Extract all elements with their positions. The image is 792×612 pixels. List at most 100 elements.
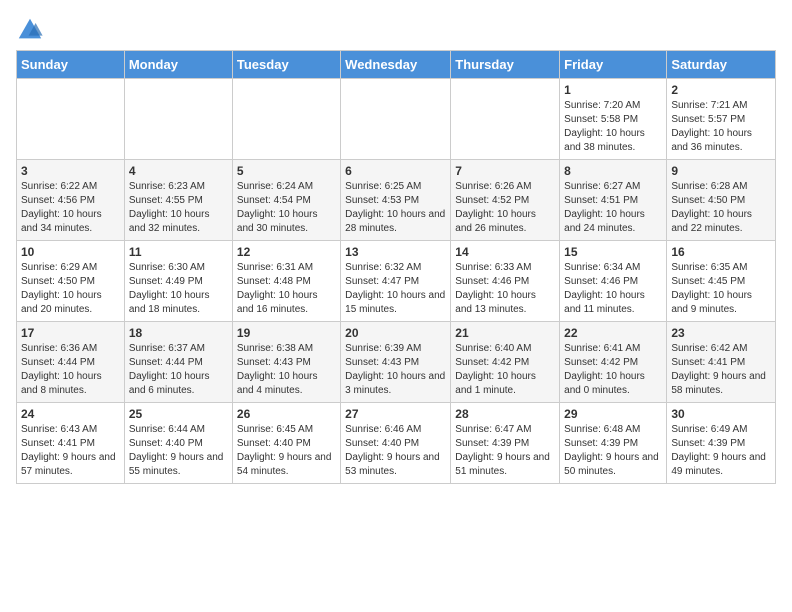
cell-date-number: 3 (21, 164, 120, 178)
calendar-header: SundayMondayTuesdayWednesdayThursdayFrid… (17, 51, 776, 79)
calendar-cell: 5 Sunrise: 6:24 AM Sunset: 4:54 PM Daylig… (232, 160, 340, 241)
cell-daylight-info: Sunrise: 6:32 AM Sunset: 4:47 PM Dayligh… (345, 261, 446, 317)
cell-daylight-info: Sunrise: 6:29 AM Sunset: 4:50 PM Dayligh… (21, 261, 120, 317)
calendar-cell: 17 Sunrise: 6:36 AM Sunset: 4:44 PM Dayli… (17, 322, 125, 403)
calendar-cell: 23 Sunrise: 6:42 AM Sunset: 4:41 PM Dayli… (667, 322, 776, 403)
cell-date-number: 1 (564, 83, 662, 97)
calendar-cell: 7Sunrise: 6:26 AM Sunset: 4:52 PM Daylig… (451, 160, 560, 241)
page: SundayMondayTuesdayWednesdayThursdayFrid… (0, 0, 792, 494)
cell-date-number: 23 (671, 326, 771, 340)
calendar-cell: 19 Sunrise: 6:38 AM Sunset: 4:43 PM Dayli… (232, 322, 340, 403)
cell-date-number: 30 (671, 407, 771, 421)
cell-daylight-info: Sunrise: 6:47 AM Sunset: 4:39 PM Dayligh… (455, 423, 555, 479)
cell-date-number: 5 (237, 164, 336, 178)
calendar-cell: 4 Sunrise: 6:23 AM Sunset: 4:55 PM Daylig… (124, 160, 232, 241)
calendar-cell (451, 79, 560, 160)
week-row-0: 1 Sunrise: 7:20 AM Sunset: 5:58 PM Daylig… (17, 79, 776, 160)
calendar-cell: 22Sunrise: 6:41 AM Sunset: 4:42 PM Dayli… (560, 322, 667, 403)
cell-daylight-info: Sunrise: 6:23 AM Sunset: 4:55 PM Dayligh… (129, 180, 228, 236)
calendar-cell: 11Sunrise: 6:30 AM Sunset: 4:49 PM Dayli… (124, 241, 232, 322)
cell-date-number: 4 (129, 164, 228, 178)
calendar-cell (341, 79, 451, 160)
cell-date-number: 20 (345, 326, 446, 340)
week-row-1: 3 Sunrise: 6:22 AM Sunset: 4:56 PM Daylig… (17, 160, 776, 241)
calendar-cell: 25 Sunrise: 6:44 AM Sunset: 4:40 PM Dayli… (124, 403, 232, 484)
cell-daylight-info: Sunrise: 6:33 AM Sunset: 4:46 PM Dayligh… (455, 261, 555, 317)
cell-date-number: 7 (455, 164, 555, 178)
logo-icon (16, 16, 44, 44)
logo (16, 16, 48, 44)
cell-daylight-info: Sunrise: 6:36 AM Sunset: 4:44 PM Dayligh… (21, 342, 120, 398)
calendar-cell (17, 79, 125, 160)
cell-daylight-info: Sunrise: 6:38 AM Sunset: 4:43 PM Dayligh… (237, 342, 336, 398)
calendar-body: 1 Sunrise: 7:20 AM Sunset: 5:58 PM Daylig… (17, 79, 776, 484)
cell-daylight-info: Sunrise: 6:42 AM Sunset: 4:41 PM Dayligh… (671, 342, 771, 398)
day-header-saturday: Saturday (667, 51, 776, 79)
cell-date-number: 9 (671, 164, 771, 178)
day-header-friday: Friday (560, 51, 667, 79)
cell-date-number: 12 (237, 245, 336, 259)
cell-date-number: 21 (455, 326, 555, 340)
cell-date-number: 18 (129, 326, 228, 340)
calendar-cell: 21 Sunrise: 6:40 AM Sunset: 4:42 PM Dayli… (451, 322, 560, 403)
cell-daylight-info: Sunrise: 6:35 AM Sunset: 4:45 PM Dayligh… (671, 261, 771, 317)
calendar-cell: 26Sunrise: 6:45 AM Sunset: 4:40 PM Dayli… (232, 403, 340, 484)
cell-daylight-info: Sunrise: 6:49 AM Sunset: 4:39 PM Dayligh… (671, 423, 771, 479)
day-header-monday: Monday (124, 51, 232, 79)
cell-date-number: 28 (455, 407, 555, 421)
cell-date-number: 6 (345, 164, 446, 178)
cell-date-number: 26 (237, 407, 336, 421)
day-header-wednesday: Wednesday (341, 51, 451, 79)
cell-daylight-info: Sunrise: 6:30 AM Sunset: 4:49 PM Dayligh… (129, 261, 228, 317)
calendar-cell: 9 Sunrise: 6:28 AM Sunset: 4:50 PM Daylig… (667, 160, 776, 241)
cell-daylight-info: Sunrise: 6:37 AM Sunset: 4:44 PM Dayligh… (129, 342, 228, 398)
calendar-cell: 10 Sunrise: 6:29 AM Sunset: 4:50 PM Dayli… (17, 241, 125, 322)
cell-daylight-info: Sunrise: 6:31 AM Sunset: 4:48 PM Dayligh… (237, 261, 336, 317)
calendar-cell: 14 Sunrise: 6:33 AM Sunset: 4:46 PM Dayli… (451, 241, 560, 322)
cell-date-number: 10 (21, 245, 120, 259)
cell-daylight-info: Sunrise: 6:48 AM Sunset: 4:39 PM Dayligh… (564, 423, 662, 479)
week-row-4: 24 Sunrise: 6:43 AM Sunset: 4:41 PM Dayli… (17, 403, 776, 484)
cell-date-number: 14 (455, 245, 555, 259)
week-row-3: 17 Sunrise: 6:36 AM Sunset: 4:44 PM Dayli… (17, 322, 776, 403)
cell-date-number: 22 (564, 326, 662, 340)
calendar-cell (124, 79, 232, 160)
day-header-tuesday: Tuesday (232, 51, 340, 79)
cell-daylight-info: Sunrise: 6:40 AM Sunset: 4:42 PM Dayligh… (455, 342, 555, 398)
cell-daylight-info: Sunrise: 7:20 AM Sunset: 5:58 PM Dayligh… (564, 99, 662, 155)
calendar-cell (232, 79, 340, 160)
cell-date-number: 13 (345, 245, 446, 259)
cell-date-number: 25 (129, 407, 228, 421)
calendar-cell: 24 Sunrise: 6:43 AM Sunset: 4:41 PM Dayli… (17, 403, 125, 484)
calendar-cell: 20 Sunrise: 6:39 AM Sunset: 4:43 PM Dayli… (341, 322, 451, 403)
calendar-cell: 18 Sunrise: 6:37 AM Sunset: 4:44 PM Dayli… (124, 322, 232, 403)
cell-daylight-info: Sunrise: 6:46 AM Sunset: 4:40 PM Dayligh… (345, 423, 446, 479)
calendar-cell: 6Sunrise: 6:25 AM Sunset: 4:53 PM Daylig… (341, 160, 451, 241)
cell-daylight-info: Sunrise: 6:24 AM Sunset: 4:54 PM Dayligh… (237, 180, 336, 236)
cell-date-number: 29 (564, 407, 662, 421)
cell-date-number: 16 (671, 245, 771, 259)
calendar-cell: 16 Sunrise: 6:35 AM Sunset: 4:45 PM Dayli… (667, 241, 776, 322)
calendar-cell: 3 Sunrise: 6:22 AM Sunset: 4:56 PM Daylig… (17, 160, 125, 241)
cell-daylight-info: Sunrise: 6:28 AM Sunset: 4:50 PM Dayligh… (671, 180, 771, 236)
calendar-cell: 2 Sunrise: 7:21 AM Sunset: 5:57 PM Daylig… (667, 79, 776, 160)
calendar-cell: 28 Sunrise: 6:47 AM Sunset: 4:39 PM Dayli… (451, 403, 560, 484)
calendar-table: SundayMondayTuesdayWednesdayThursdayFrid… (16, 50, 776, 484)
cell-date-number: 19 (237, 326, 336, 340)
calendar-cell: 30 Sunrise: 6:49 AM Sunset: 4:39 PM Dayli… (667, 403, 776, 484)
cell-date-number: 24 (21, 407, 120, 421)
calendar-cell: 13 Sunrise: 6:32 AM Sunset: 4:47 PM Dayli… (341, 241, 451, 322)
cell-date-number: 2 (671, 83, 771, 97)
cell-daylight-info: Sunrise: 6:43 AM Sunset: 4:41 PM Dayligh… (21, 423, 120, 479)
cell-daylight-info: Sunrise: 7:21 AM Sunset: 5:57 PM Dayligh… (671, 99, 771, 155)
cell-date-number: 15 (564, 245, 662, 259)
calendar-cell: 27Sunrise: 6:46 AM Sunset: 4:40 PM Dayli… (341, 403, 451, 484)
cell-daylight-info: Sunrise: 6:44 AM Sunset: 4:40 PM Dayligh… (129, 423, 228, 479)
calendar-cell: 12 Sunrise: 6:31 AM Sunset: 4:48 PM Dayli… (232, 241, 340, 322)
cell-date-number: 17 (21, 326, 120, 340)
cell-daylight-info: Sunrise: 6:27 AM Sunset: 4:51 PM Dayligh… (564, 180, 662, 236)
cell-daylight-info: Sunrise: 6:22 AM Sunset: 4:56 PM Dayligh… (21, 180, 120, 236)
calendar-cell: 8Sunrise: 6:27 AM Sunset: 4:51 PM Daylig… (560, 160, 667, 241)
cell-daylight-info: Sunrise: 6:39 AM Sunset: 4:43 PM Dayligh… (345, 342, 446, 398)
calendar-cell: 1 Sunrise: 7:20 AM Sunset: 5:58 PM Daylig… (560, 79, 667, 160)
